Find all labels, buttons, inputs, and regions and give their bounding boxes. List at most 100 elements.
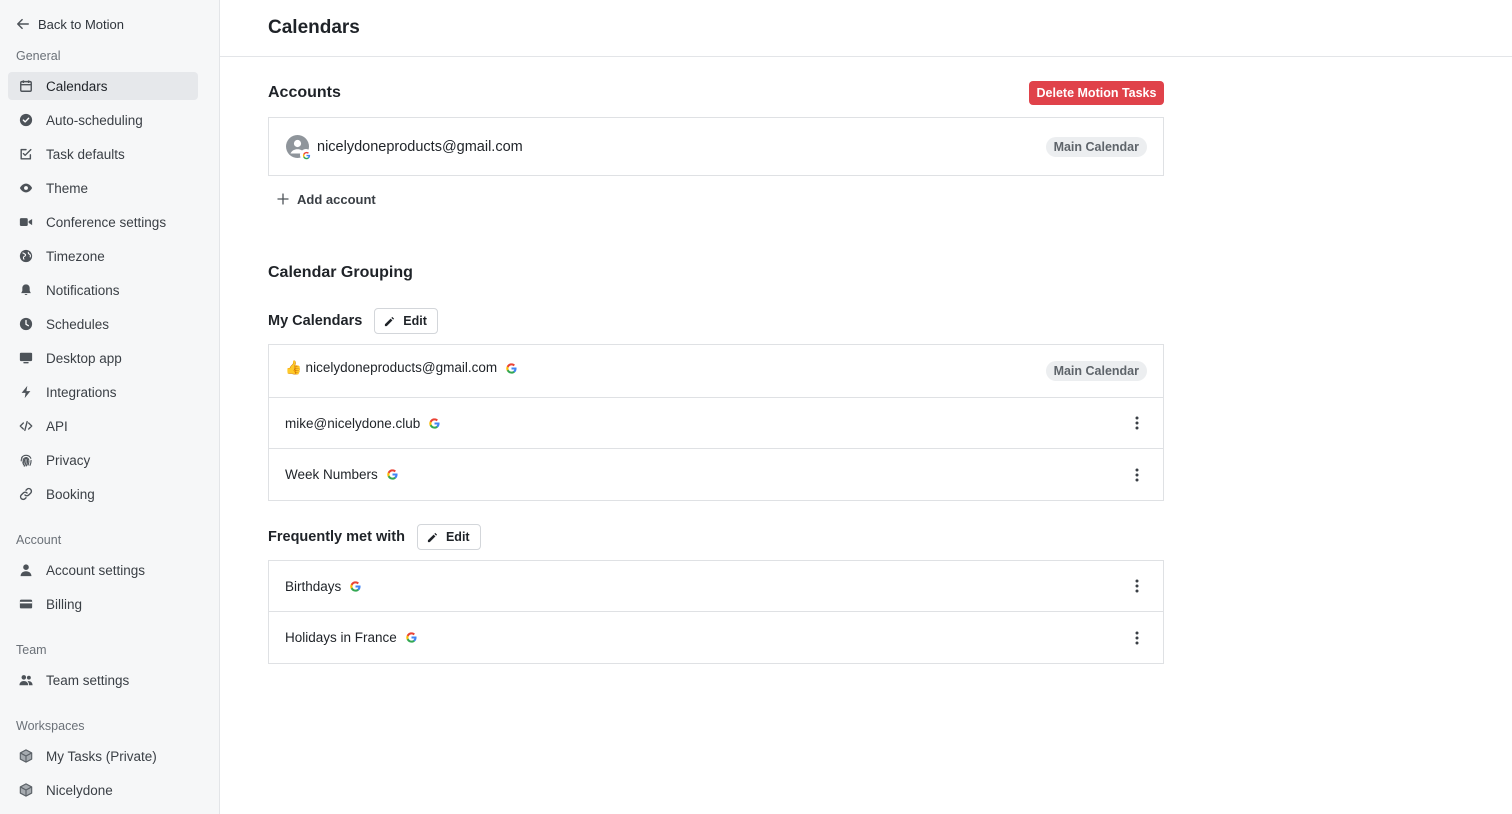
section-label-team: Team [16, 643, 47, 657]
calendar-row[interactable]: mike@nicelydone.club [269, 398, 1163, 449]
more-options-icon[interactable] [1131, 465, 1143, 485]
sidebar-item-calendars[interactable]: Calendars [8, 72, 198, 100]
sidebar-item-conference-settings[interactable]: Conference settings [8, 208, 198, 236]
sidebar-item-desktop-app[interactable]: Desktop app [8, 344, 198, 372]
frequently-met-header: Frequently met with Edit [268, 524, 481, 550]
plus-icon [277, 193, 289, 205]
cube-icon [19, 783, 33, 797]
main-content: Calendars Accounts Delete Motion Tasks n… [220, 0, 1512, 814]
users-icon [19, 673, 33, 687]
more-options-icon[interactable] [1131, 628, 1143, 648]
sidebar-item-auto-scheduling[interactable]: Auto-scheduling [8, 106, 198, 134]
sidebar-item-theme[interactable]: Theme [8, 174, 198, 202]
sidebar-item-label: Desktop app [46, 350, 122, 366]
calendar-grouping-heading: Calendar Grouping [268, 264, 413, 281]
sidebar-item-billing[interactable]: Billing [8, 590, 198, 618]
bell-icon [19, 283, 33, 297]
delete-motion-tasks-button[interactable]: Delete Motion Tasks [1029, 81, 1164, 105]
arrow-left-icon [17, 18, 29, 30]
add-account-button[interactable]: Add account [277, 190, 376, 208]
sidebar-item-integrations[interactable]: Integrations [8, 378, 198, 406]
sidebar-item-notifications[interactable]: Notifications [8, 276, 198, 304]
more-options-icon[interactable] [1131, 576, 1143, 596]
sidebar-item-label: Nicelydone [46, 782, 113, 798]
monitor-icon [19, 351, 33, 365]
sidebar-item-label: Billing [46, 596, 83, 612]
add-account-label: Add account [297, 191, 376, 207]
sidebar-item-label: Schedules [46, 316, 110, 332]
link-icon [19, 487, 33, 501]
user-icon [19, 563, 33, 577]
accounts-card: nicelydoneproducts@gmail.com Main Calend… [268, 117, 1164, 176]
section-label-workspaces: Workspaces [16, 719, 85, 733]
sidebar-item-label: My Tasks (Private) [46, 748, 157, 764]
sidebar-item-label: Conference settings [46, 214, 167, 230]
calendar-row[interactable]: Holidays in France [269, 612, 1163, 663]
avatar [286, 135, 312, 161]
back-label: Back to Motion [38, 16, 124, 32]
checkbox-edit-icon [19, 147, 33, 161]
sidebar-item-label: Auto-scheduling [46, 112, 143, 128]
calendar-row[interactable]: Birthdays [269, 561, 1163, 612]
page-header: Calendars [220, 0, 1512, 57]
sidebar-item-team-settings[interactable]: Team settings [8, 666, 198, 694]
account-email: nicelydoneproducts@gmail.com [317, 138, 523, 155]
sidebar-item-privacy[interactable]: Privacy [8, 446, 198, 474]
edit-label: Edit [445, 530, 470, 544]
google-icon [506, 362, 517, 374]
google-icon [350, 580, 361, 592]
frequently-met-title: Frequently met with [268, 529, 405, 545]
edit-my-calendars-button[interactable]: Edit [374, 308, 438, 334]
sidebar-item-label: Integrations [46, 384, 117, 400]
sidebar-item-schedules[interactable]: Schedules [8, 310, 198, 338]
sidebar-item-label: API [46, 418, 68, 434]
sidebar-item-booking[interactable]: Booking [8, 480, 198, 508]
calendar-name: Holidays in France [285, 630, 397, 645]
sidebar-item-label: Account settings [46, 562, 146, 578]
frequently-met-card: Birthdays Holidays in France [268, 560, 1164, 664]
accounts-heading: Accounts [268, 84, 341, 101]
sidebar-item-label: Booking [46, 486, 95, 502]
sidebar-item-account-settings[interactable]: Account settings [8, 556, 198, 584]
google-icon [429, 417, 440, 429]
sidebar-item-label: Notifications [46, 282, 120, 298]
more-options-icon[interactable] [1131, 413, 1143, 433]
sidebar-item-my-tasks-private[interactable]: My Tasks (Private) [8, 742, 198, 770]
calendar-name: Birthdays [285, 578, 342, 594]
calendar-icon [19, 79, 33, 93]
google-icon [300, 149, 312, 161]
sidebar-item-label: Task defaults [46, 146, 125, 162]
sidebar-item-task-defaults[interactable]: Task defaults [8, 140, 198, 168]
edit-frequently-met-button[interactable]: Edit [416, 524, 481, 550]
cube-icon [19, 749, 33, 763]
code-icon [19, 419, 33, 433]
section-label-general: General [16, 49, 61, 63]
check-circle-icon [19, 113, 33, 127]
sidebar-item-label: Timezone [46, 248, 105, 264]
credit-card-icon [19, 597, 33, 611]
page-title: Calendars [268, 17, 360, 38]
calendar-row[interactable]: 👍 nicelydoneproducts@gmail.com Main Cale… [269, 345, 1163, 398]
section-label-account: Account [16, 533, 62, 547]
sidebar-item-nicelydone[interactable]: Nicelydone [8, 776, 198, 804]
sidebar-item-label: Team settings [46, 672, 130, 688]
calendar-name: Week Numbers [285, 467, 378, 482]
calendar-row[interactable]: Week Numbers [269, 449, 1163, 500]
sidebar-item-api[interactable]: API [8, 412, 198, 440]
main-calendar-badge: Main Calendar [1045, 136, 1147, 157]
globe-icon [19, 249, 33, 263]
sidebar: Back to Motion General Calendars Auto-sc… [0, 0, 220, 814]
video-icon [19, 215, 33, 229]
back-to-motion-link[interactable]: Back to Motion [16, 14, 124, 34]
clock-icon [19, 317, 33, 331]
sidebar-item-label: Theme [46, 180, 89, 196]
eye-icon [19, 181, 33, 195]
my-calendars-title: My Calendars [268, 313, 363, 329]
bolt-icon [19, 385, 33, 399]
sidebar-item-timezone[interactable]: Timezone [8, 242, 198, 270]
calendar-name: 👍 nicelydoneproducts@gmail.com [285, 360, 498, 375]
account-row[interactable]: nicelydoneproducts@gmail.com Main Calend… [269, 118, 1163, 175]
my-calendars-card: 👍 nicelydoneproducts@gmail.com Main Cale… [268, 344, 1164, 501]
fingerprint-icon [19, 453, 33, 467]
pencil-icon [385, 316, 395, 326]
